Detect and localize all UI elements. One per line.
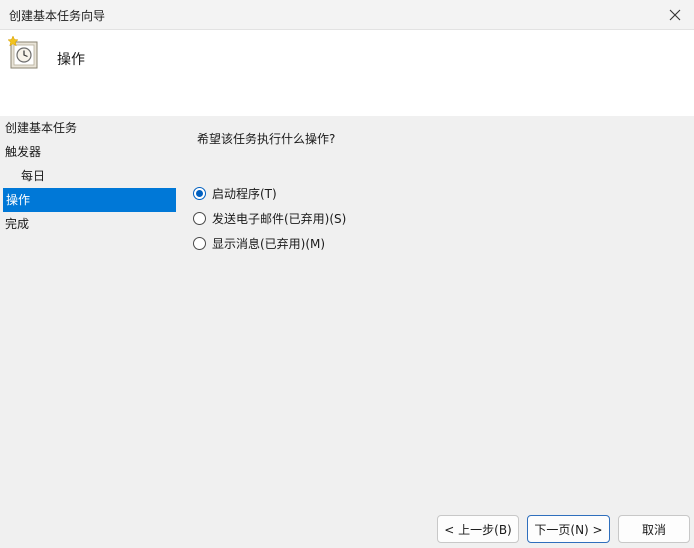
window-title: 创建基本任务向导 [9,9,106,23]
step-create-basic-task: 创建基本任务 [5,121,78,135]
option-display-message[interactable]: 显示消息(已弃用)(M) [193,231,346,256]
close-button[interactable] [656,0,694,29]
radio-send-email[interactable] [193,212,206,225]
option-send-email-label: 发送电子邮件(已弃用)(S) [212,212,347,226]
step-action: 操作 [3,188,176,212]
scheduled-task-icon [7,36,38,69]
option-send-email[interactable]: 发送电子邮件(已弃用)(S) [193,206,346,231]
option-start-program-label: 启动程序(T) [212,187,277,201]
radio-start-program[interactable] [193,187,206,200]
option-display-message-label: 显示消息(已弃用)(M) [212,237,326,251]
option-start-program[interactable]: 启动程序(T) [193,181,346,206]
next-button[interactable]: 下一页(N) > [527,515,610,543]
title-bar: 创建基本任务向导 [0,0,694,30]
step-daily: 每日 [21,169,46,183]
action-options: 启动程序(T) 发送电子邮件(已弃用)(S) 显示消息(已弃用)(M) [193,181,346,256]
cancel-button[interactable]: 取消 [618,515,690,543]
close-icon [669,9,681,20]
step-trigger: 触发器 [5,145,42,159]
action-question: 希望该任务执行什么操作? [197,132,336,146]
page-title: 操作 [57,52,85,68]
back-button[interactable]: < 上一步(B) [437,515,519,543]
radio-display-message[interactable] [193,237,206,250]
wizard-steps-sidebar: 创建基本任务 触发器 每日 操作 完成 [0,116,178,236]
wizard-header: 操作 [0,30,694,116]
step-finish: 完成 [5,217,30,231]
